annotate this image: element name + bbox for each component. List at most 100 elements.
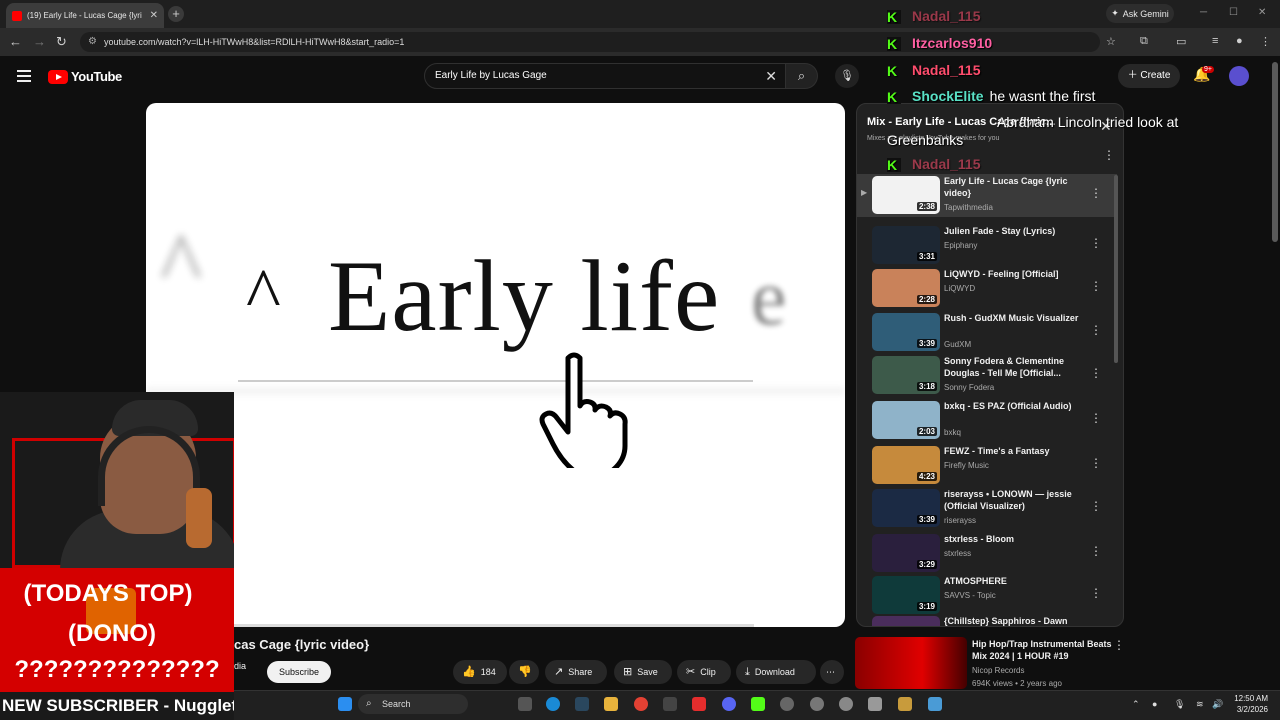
kick-logo-icon: K: [887, 158, 901, 173]
menu-icon[interactable]: ≡: [1212, 35, 1218, 47]
save-button[interactable]: ⊞ Save: [614, 660, 672, 684]
playlist-thumbnail: 2:03: [872, 401, 940, 439]
chrome-icon[interactable]: [634, 697, 648, 711]
hamburger-menu-icon[interactable]: [17, 70, 31, 82]
playlist-item[interactable]: 3:29 stxrless - Bloom stxrless ⋮: [857, 532, 1117, 575]
item-menu-icon[interactable]: ⋮: [1090, 366, 1102, 380]
playlist-item[interactable]: 3:31 Julien Fade - Stay (Lyrics) Epiphany ⋮: [857, 224, 1117, 267]
item-menu-icon[interactable]: ⋮: [1090, 186, 1102, 200]
site-info-icon[interactable]: ⚙: [88, 32, 97, 52]
playlist-scrollbar[interactable]: [1114, 175, 1118, 363]
more-actions-button[interactable]: ⋯: [820, 660, 844, 684]
search-button[interactable]: ⌕: [786, 63, 818, 89]
account-avatar[interactable]: [1229, 66, 1249, 86]
tab-title: (19) Early Life - Lucas Cage {lyri: [27, 11, 142, 20]
channel-name[interactable]: dia: [234, 661, 246, 671]
clip-button[interactable]: ✂ Clip: [677, 660, 731, 684]
create-button[interactable]: ＋ Create: [1118, 64, 1180, 88]
playlist-item[interactable]: 2:03 bxkq - ES PAZ (Official Audio) bxkq ⋮: [857, 399, 1117, 442]
create-label: Create: [1140, 70, 1171, 81]
search-input[interactable]: Early Life by Lucas Gage ✕: [424, 63, 786, 89]
browser-tab[interactable]: (19) Early Life - Lucas Cage {lyri ✕: [6, 3, 164, 28]
tab-close-icon[interactable]: ✕: [150, 10, 158, 21]
kick-app-icon[interactable]: [751, 697, 765, 711]
item-menu-icon[interactable]: ⋮: [1090, 411, 1102, 425]
download-button[interactable]: ⤓ Download: [736, 660, 816, 684]
playlist-item[interactable]: 3:19 ATMOSPHERE SAVVS - Topic ⋮: [857, 574, 1117, 617]
item-menu-icon[interactable]: ⋮: [1090, 323, 1102, 337]
youtube-favicon-icon: [12, 10, 22, 21]
playlist-item-title: ATMOSPHERE: [944, 576, 1007, 586]
voice-search-button[interactable]: 🎙: [835, 64, 859, 88]
file-explorer-icon[interactable]: [604, 697, 618, 711]
playlist-item[interactable]: 4:23 FEWZ - Time's a Fantasy Firefly Music…: [857, 444, 1117, 487]
app-icon[interactable]: [839, 697, 853, 711]
back-icon[interactable]: ←: [9, 34, 22, 49]
taskbar-clock[interactable]: 12:50 AM 3/2/2026: [1230, 693, 1268, 715]
playlist-item[interactable]: {Chillstep} Sapphiros - Dawn ⋮: [857, 614, 1117, 627]
tray-chevron-icon[interactable]: ⌃: [1132, 699, 1140, 710]
playlist-item-channel: bxkq: [944, 428, 961, 437]
extensions-icon[interactable]: ⧉: [1140, 35, 1148, 48]
store-icon[interactable]: [663, 697, 677, 711]
video-duration: 3:39: [916, 515, 937, 524]
steam-icon[interactable]: [575, 697, 589, 711]
playlist-item[interactable]: 3:39 riserayss • LONOWN — jessie (Officia…: [857, 487, 1117, 530]
item-menu-icon[interactable]: ⋮: [1090, 499, 1102, 513]
page-scrollbar[interactable]: [1272, 62, 1278, 242]
app-icon[interactable]: [868, 697, 882, 711]
playlist-item-title: Julien Fade - Stay (Lyrics): [944, 226, 1056, 236]
clear-search-icon[interactable]: ✕: [765, 64, 777, 88]
subscribe-button[interactable]: Subscribe: [267, 661, 331, 683]
taskbar-search[interactable]: ⌕ Search: [358, 694, 468, 714]
chat-line: K Nadal_115: [887, 62, 981, 79]
more-vert-icon[interactable]: ⋮: [1260, 35, 1271, 48]
playlist-item[interactable]: 3:18 Sonny Fodera & Clementine Douglas - …: [857, 354, 1117, 397]
item-menu-icon[interactable]: ⋮: [1090, 236, 1102, 250]
item-menu-icon[interactable]: ⋮: [1090, 544, 1102, 558]
recommended-menu-icon[interactable]: ⋮: [1113, 638, 1125, 652]
save-label: Save: [637, 667, 658, 677]
youtube-logo[interactable]: YouTube: [48, 69, 122, 84]
notepad-icon[interactable]: [928, 697, 942, 711]
settings-gear-icon[interactable]: [780, 697, 794, 711]
share-button[interactable]: ↗ Share: [545, 660, 607, 684]
playlist-menu-icon[interactable]: ⋮: [1103, 148, 1115, 162]
tray-app-icon[interactable]: ●: [1152, 699, 1157, 709]
ask-gemini-button[interactable]: ✦ Ask Gemini: [1106, 4, 1174, 23]
webcam-overlay: [0, 392, 234, 570]
windows-start-icon[interactable]: [338, 697, 352, 711]
recommended-video[interactable]: Hip Hop/Trap Instrumental Beats Mix 2024…: [855, 636, 1125, 692]
video-player[interactable]: ^ e ^ Early life: [146, 103, 845, 627]
thumbs-down-icon: 👎: [518, 666, 532, 678]
minimize-icon[interactable]: ─: [1200, 7, 1207, 18]
item-menu-icon[interactable]: ⋮: [1090, 279, 1102, 293]
maximize-icon[interactable]: ☐: [1229, 7, 1238, 18]
wifi-icon[interactable]: ≋: [1196, 699, 1204, 710]
app-icon[interactable]: [692, 697, 706, 711]
playlist-item[interactable]: 2:28 LiQWYD - Feeling [Official] LiQWYD ⋮: [857, 267, 1117, 310]
playlist-item[interactable]: ▶ 2:38 Early Life - Lucas Cage {lyric vide…: [857, 174, 1117, 217]
bookmark-star-icon[interactable]: ☆: [1106, 35, 1116, 48]
sidebar-icon[interactable]: ▭: [1176, 35, 1186, 48]
playlist-item[interactable]: 3:39 Rush - GudXM Music Visualizer GudXM ⋮: [857, 311, 1117, 354]
task-view-icon[interactable]: [518, 697, 532, 711]
edge-icon[interactable]: [546, 697, 560, 711]
discord-icon[interactable]: [722, 697, 736, 711]
video-progress-bar[interactable]: [234, 624, 754, 627]
item-menu-icon[interactable]: ⋮: [1090, 586, 1102, 600]
tray-mic-icon[interactable]: 🎙: [1174, 699, 1185, 710]
volume-icon[interactable]: 🔊: [1212, 699, 1223, 710]
new-tab-button[interactable]: +: [168, 6, 184, 22]
forward-icon[interactable]: →: [33, 34, 46, 49]
profile-icon[interactable]: ●: [1236, 35, 1243, 47]
reload-icon[interactable]: ↻: [56, 34, 67, 50]
item-menu-icon[interactable]: ⋮: [1090, 456, 1102, 470]
playlist-item-channel: GudXM: [944, 340, 972, 349]
dislike-button[interactable]: 👎: [509, 660, 539, 684]
app-icon[interactable]: [898, 697, 912, 711]
like-button[interactable]: 👍 184: [453, 660, 507, 684]
obs-icon[interactable]: [810, 697, 824, 711]
window-close-icon[interactable]: ✕: [1258, 7, 1266, 18]
item-menu-icon[interactable]: ⋮: [1090, 626, 1102, 627]
